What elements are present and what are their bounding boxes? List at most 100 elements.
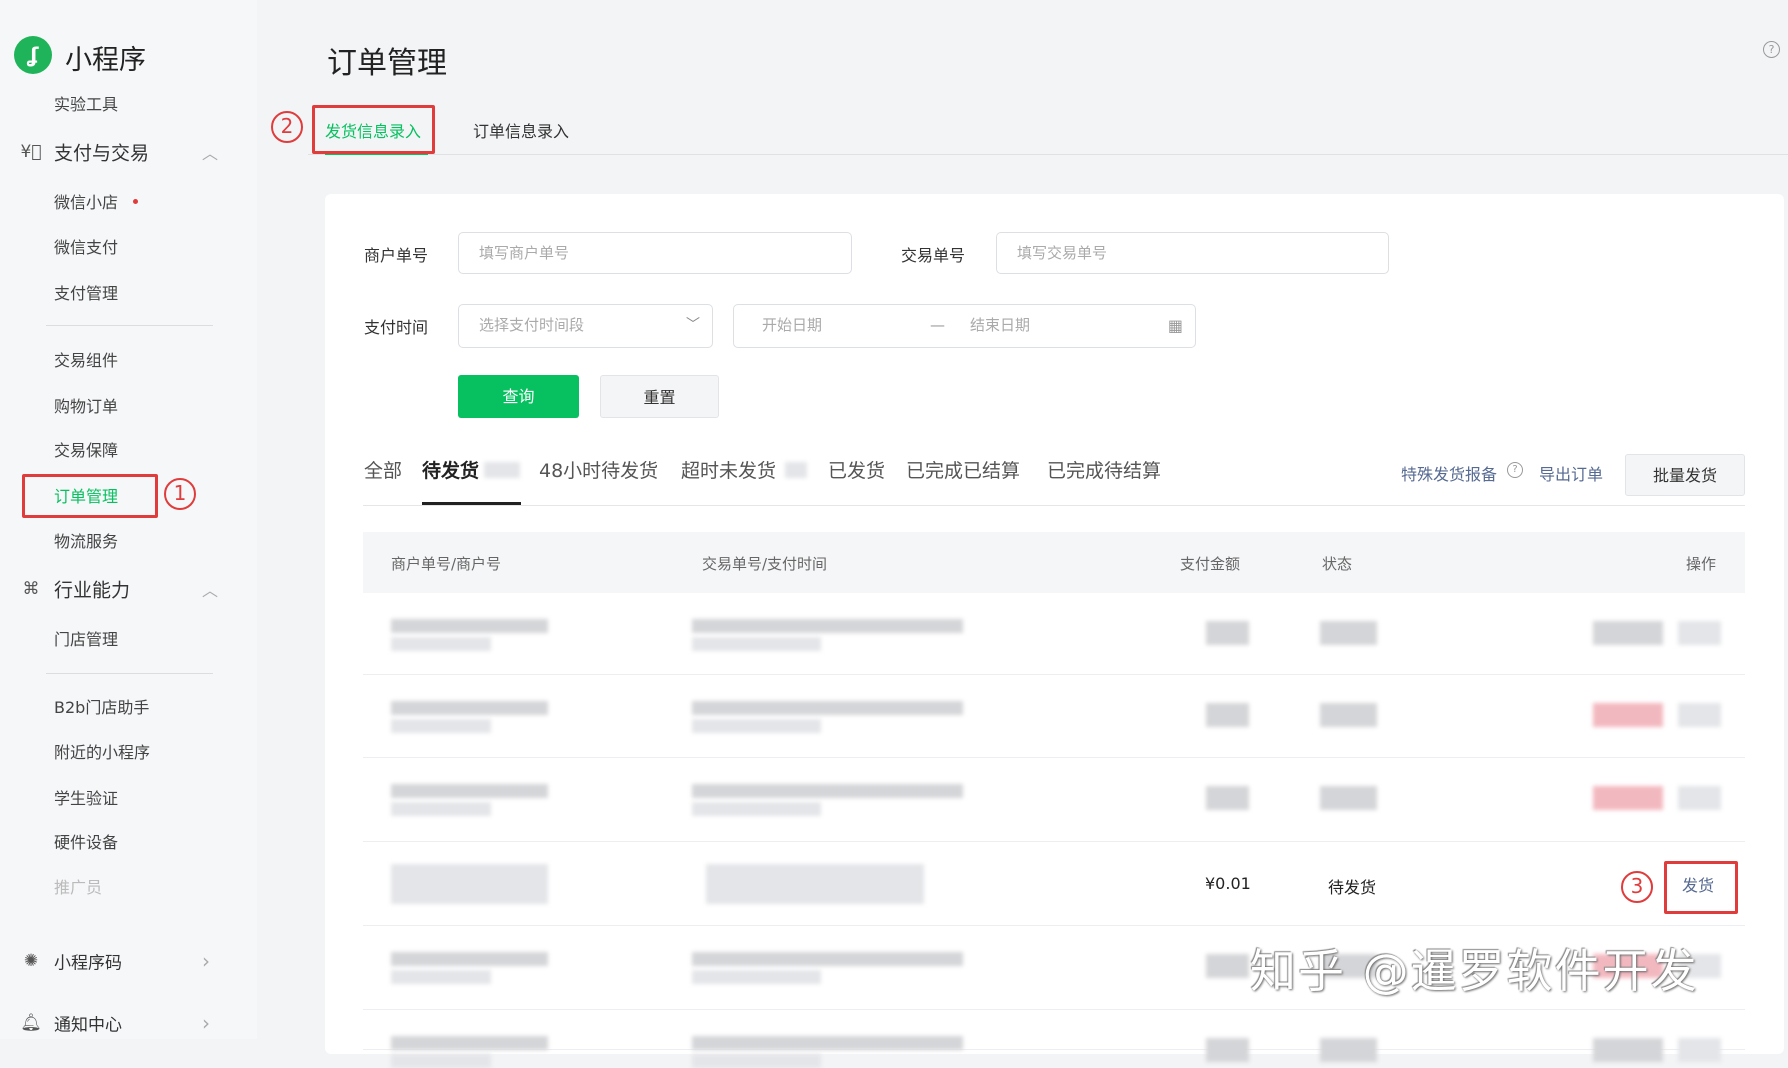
sidebar: ʆ 小程序 实验工具 ¥⃝ 支付与交易 ︿ 微信小店 微信支付 支付管理 交易组… (0, 0, 257, 1039)
table-row (363, 1010, 1745, 1068)
notification-dot (133, 199, 138, 204)
column-header-status: 状态 (1322, 555, 1353, 573)
page-title: 订单管理 (327, 46, 447, 81)
table-row (363, 675, 1745, 758)
calendar-icon: ▦ (1167, 316, 1183, 335)
blurred-cell (692, 1054, 821, 1068)
blurred-cell (692, 719, 821, 733)
blurred-cell (1678, 703, 1721, 727)
table-row (363, 593, 1745, 675)
blurred-cell (692, 637, 821, 651)
pay-time-select[interactable]: 选择支付时间段 ﹀ (458, 304, 713, 348)
status-tab-completed-settled[interactable]: 已完成已结算 (906, 456, 1020, 483)
table-row (363, 758, 1745, 842)
date-range-picker[interactable]: 开始日期 — 结束日期 ▦ (733, 304, 1196, 348)
blurred-cell (1206, 621, 1249, 645)
divider (46, 325, 213, 326)
annotation-box-1 (22, 474, 158, 518)
query-button[interactable]: 查询 (458, 375, 579, 418)
sidebar-item-trade-component[interactable]: 交易组件 (54, 347, 118, 371)
divider (46, 673, 213, 674)
sidebar-group-industry[interactable]: 行业能力 (54, 576, 130, 603)
special-shipping-link[interactable]: 特殊发货报备 (1401, 461, 1497, 485)
sidebar-item-wechat-shop[interactable]: 微信小店 (54, 189, 118, 213)
status-tab-all[interactable]: 全部 (364, 456, 402, 483)
column-header-actions: 操作 (1686, 555, 1717, 573)
date-separator: — (930, 316, 945, 334)
sidebar-group-qrcode[interactable]: 小程序码 (54, 949, 122, 974)
end-date-input[interactable]: 结束日期 (970, 305, 1030, 345)
blurred-cell (1593, 1038, 1663, 1062)
trade-no-input[interactable]: 填写交易单号 (996, 232, 1389, 274)
sidebar-item-b2b-assistant[interactable]: B2b门店助手 (54, 694, 149, 718)
blurred-cell (391, 970, 491, 984)
blurred-cell (692, 802, 821, 816)
blurred-cell (1593, 703, 1663, 727)
blurred-cell (1678, 1038, 1721, 1062)
chevron-up-icon[interactable]: ︿ (202, 140, 218, 164)
help-icon[interactable]: ? (1763, 41, 1780, 58)
sidebar-item-student-verify[interactable]: 学生验证 (54, 785, 118, 809)
blurred-cell (391, 802, 491, 816)
trade-no-label: 交易单号 (901, 246, 966, 265)
sidebar-item-pay-manage[interactable]: 支付管理 (54, 280, 118, 304)
blurred-cell (1320, 786, 1377, 810)
annotation-number-1: 1 (164, 478, 196, 510)
bell-icon: 🔔︎ (20, 1013, 42, 1033)
status-tab-48h[interactable]: 48小时待发货 (539, 456, 658, 483)
merchant-no-label: 商户单号 (364, 246, 429, 265)
status-tab-pending[interactable]: 待发货 (422, 456, 479, 483)
sidebar-item-hardware[interactable]: 硬件设备 (54, 829, 118, 853)
blurred-cell (1678, 786, 1721, 810)
blurred-cell (1320, 703, 1377, 727)
miniprogram-logo-icon: ʆ (14, 36, 52, 74)
sidebar-item-shopping-orders[interactable]: 购物订单 (54, 393, 118, 417)
sidebar-item-logistics[interactable]: 物流服务 (54, 528, 118, 552)
chevron-up-icon[interactable]: ︿ (202, 577, 218, 601)
annotation-box-3 (1664, 861, 1738, 914)
reset-button[interactable]: 重置 (600, 375, 719, 418)
chevron-right-icon[interactable]: › (202, 949, 210, 973)
table-row: ¥0.01 待发货 发货 (363, 842, 1745, 926)
sidebar-item-lab-tools[interactable]: 实验工具 (54, 91, 118, 115)
sidebar-group-notifications[interactable]: 通知中心 (54, 1011, 122, 1036)
status-tab-overdue[interactable]: 超时未发货 (681, 456, 776, 483)
qrcode-sparkle-icon: ✺ (23, 951, 39, 971)
sidebar-item-trade-guarantee[interactable]: 交易保障 (54, 437, 118, 461)
blurred-cell (1206, 786, 1249, 810)
merchant-no-input[interactable]: 填写商户单号 (458, 232, 852, 274)
blurred-cell (1678, 621, 1721, 645)
blurred-cell (391, 784, 548, 798)
pay-time-select-value: 选择支付时间段 (479, 316, 585, 334)
sidebar-item-nearby[interactable]: 附近的小程序 (54, 739, 150, 763)
sidebar-item-store-manage[interactable]: 门店管理 (54, 626, 118, 650)
blurred-cell (1593, 621, 1663, 645)
start-date-input[interactable]: 开始日期 (762, 316, 822, 334)
export-orders-link[interactable]: 导出订单 (1539, 461, 1603, 485)
sidebar-item-wechat-pay[interactable]: 微信支付 (54, 234, 118, 258)
blurred-cell (692, 952, 963, 966)
status-tab-shipped[interactable]: 已发货 (828, 456, 885, 483)
blurred-cell (391, 864, 548, 904)
tab-order-info[interactable]: 订单信息录入 (473, 118, 569, 142)
sidebar-group-payment[interactable]: 支付与交易 (54, 139, 149, 166)
status-tab-completed-unsettled[interactable]: 已完成待结算 (1047, 456, 1161, 483)
column-header-trade: 交易单号/支付时间 (702, 555, 828, 573)
status-cell: 待发货 (1328, 878, 1377, 897)
blurred-cell (391, 1036, 548, 1050)
blurred-cell (1320, 621, 1377, 645)
sidebar-item-promoter[interactable]: 推广员 (54, 874, 102, 898)
annotation-box-2 (312, 105, 435, 154)
blurred-cell (1206, 1038, 1249, 1062)
help-icon[interactable]: ? (1507, 462, 1523, 478)
pay-time-label: 支付时间 (364, 318, 429, 337)
blurred-count (484, 462, 520, 478)
industry-icon: ⌘ (22, 579, 40, 599)
tabs-divider (308, 154, 1788, 155)
yuan-circle-icon: ¥⃝ (20, 142, 42, 162)
chevron-right-icon[interactable]: › (202, 1011, 210, 1035)
blurred-count (785, 462, 807, 478)
blurred-cell (1206, 703, 1249, 727)
batch-ship-button[interactable]: 批量发货 (1625, 454, 1745, 496)
table-header (363, 532, 1745, 593)
